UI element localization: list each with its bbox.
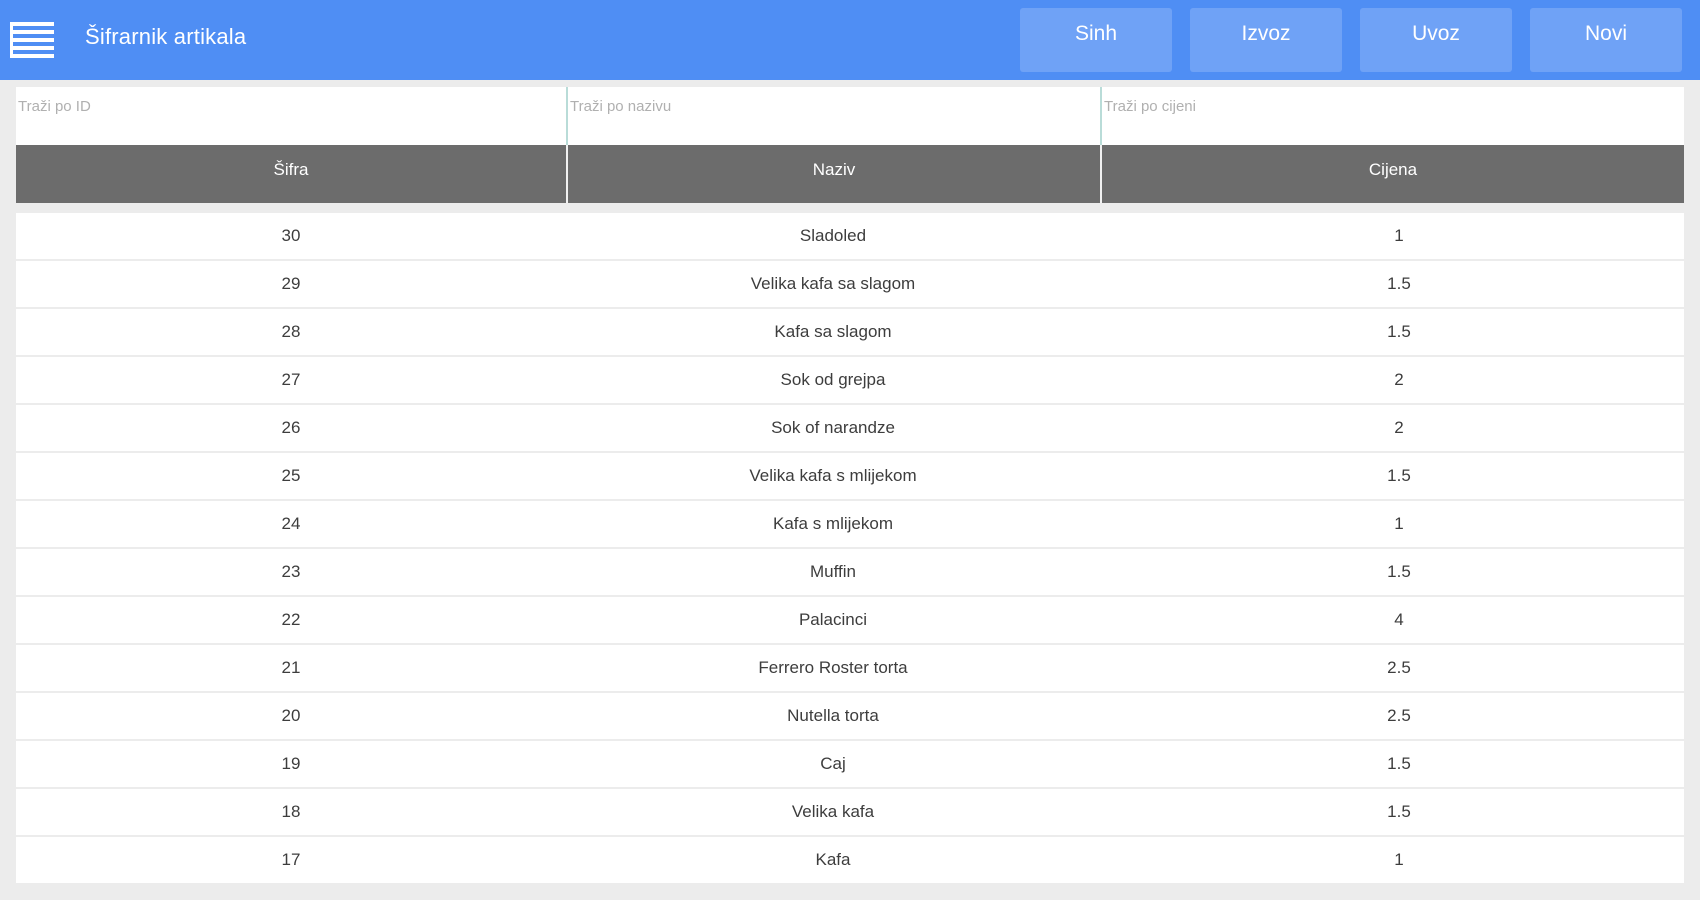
import-button[interactable]: Uvoz: [1360, 8, 1512, 72]
table-row[interactable]: 27 Sok od grejpa 2: [16, 357, 1684, 405]
cell-naziv: Velika kafa sa slagom: [750, 274, 916, 293]
filter-row: [16, 87, 1684, 145]
new-button[interactable]: Novi: [1530, 8, 1682, 72]
cell-cijena: 4: [1394, 610, 1404, 629]
cell-naziv: Sok of narandze: [771, 418, 895, 437]
cell-cijena: 1: [1394, 226, 1404, 245]
column-header-cijena[interactable]: Cijena: [1100, 145, 1684, 203]
table-row[interactable]: 22 Palacinci 4: [16, 597, 1684, 645]
cell-naziv: Velika kafa s mlijekom: [749, 466, 917, 485]
cell-naziv: Sok od grejpa: [780, 370, 886, 389]
cell-cijena: 2.5: [1387, 706, 1411, 725]
cell-cijena: 1.5: [1387, 322, 1411, 341]
cell-sifra: 19: [281, 754, 301, 773]
search-by-price-input[interactable]: [1102, 87, 1684, 145]
cell-cijena: 1: [1394, 514, 1404, 533]
export-button[interactable]: Izvoz: [1190, 8, 1342, 72]
table-header: Šifra Naziv Cijena: [16, 145, 1684, 203]
page-title: Šifrarnik artikala: [85, 24, 247, 49]
cell-cijena: 2: [1394, 418, 1404, 437]
cell-sifra: 25: [281, 466, 301, 485]
table-row[interactable]: 18 Velika kafa 1.5: [16, 789, 1684, 837]
cell-sifra: 28: [281, 322, 301, 341]
column-header-naziv[interactable]: Naziv: [566, 145, 1100, 203]
cell-sifra: 30: [281, 226, 301, 245]
cell-sifra: 26: [281, 418, 301, 437]
table-row[interactable]: 21 Ferrero Roster torta 2.5: [16, 645, 1684, 693]
cell-sifra: 24: [281, 514, 301, 533]
filter-cell-name: [566, 87, 1100, 145]
table-body: 30 Sladoled 1 29 Velika kafa sa slagom 1.5 28 K…: [16, 213, 1684, 885]
cell-naziv: Kafa: [815, 850, 851, 869]
table-row[interactable]: 28 Kafa sa slagom 1.5: [16, 309, 1684, 357]
cell-sifra: 22: [281, 610, 301, 629]
cell-sifra: 17: [281, 850, 301, 869]
cell-cijena: 2: [1394, 370, 1404, 389]
filter-cell-price: [1100, 87, 1684, 145]
hamburger-menu-icon[interactable]: [10, 20, 54, 60]
cell-cijena: 1: [1394, 850, 1404, 869]
cell-sifra: 29: [281, 274, 301, 293]
table-row[interactable]: 23 Muffin 1.5: [16, 549, 1684, 597]
cell-cijena: 1.5: [1387, 466, 1411, 485]
cell-naziv: Palacinci: [798, 610, 868, 629]
table-row[interactable]: 24 Kafa s mlijekom 1: [16, 501, 1684, 549]
cell-sifra: 27: [281, 370, 301, 389]
cell-naziv: Velika kafa: [791, 802, 875, 821]
cell-cijena: 2.5: [1387, 658, 1411, 677]
cell-sifra: 20: [281, 706, 301, 725]
table-row[interactable]: 17 Kafa 1: [16, 837, 1684, 885]
table-row[interactable]: 30 Sladoled 1: [16, 213, 1684, 261]
cell-naziv: Muffin: [810, 562, 856, 581]
cell-cijena: 1.5: [1387, 562, 1411, 581]
cell-naziv: Kafa sa slagom: [774, 322, 892, 341]
cell-naziv: Caj: [820, 754, 846, 773]
cell-naziv: Ferrero Roster torta: [758, 658, 908, 677]
column-header-sifra[interactable]: Šifra: [16, 145, 566, 203]
cell-naziv: Kafa s mlijekom: [773, 514, 893, 533]
cell-naziv: Nutella torta: [787, 706, 879, 725]
sync-button[interactable]: Sinh: [1020, 8, 1172, 72]
table-row[interactable]: 29 Velika kafa sa slagom 1.5: [16, 261, 1684, 309]
search-by-id-input[interactable]: [16, 87, 566, 145]
cell-cijena: 1.5: [1387, 754, 1411, 773]
search-by-name-input[interactable]: [568, 87, 1100, 145]
app-header: Šifrarnik artikala Sinh Izvoz Uvoz Novi: [0, 0, 1700, 80]
cell-sifra: 23: [281, 562, 301, 581]
table-row[interactable]: 26 Sok of narandze 2: [16, 405, 1684, 453]
table-row[interactable]: 25 Velika kafa s mlijekom 1.5: [16, 453, 1684, 501]
cell-naziv: Sladoled: [799, 226, 867, 245]
cell-sifra: 21: [281, 658, 301, 677]
table-row[interactable]: 20 Nutella torta 2.5: [16, 693, 1684, 741]
filter-cell-id: [16, 87, 566, 145]
cell-cijena: 1.5: [1387, 802, 1411, 821]
cell-sifra: 18: [281, 802, 301, 821]
table-row[interactable]: 19 Caj 1.5: [16, 741, 1684, 789]
toolbar-actions: Sinh Izvoz Uvoz Novi: [1020, 8, 1682, 72]
cell-cijena: 1.5: [1387, 274, 1411, 293]
articles-table: Šifra Naziv Cijena 30 Sladoled 1 29 Velika k…: [16, 87, 1684, 885]
